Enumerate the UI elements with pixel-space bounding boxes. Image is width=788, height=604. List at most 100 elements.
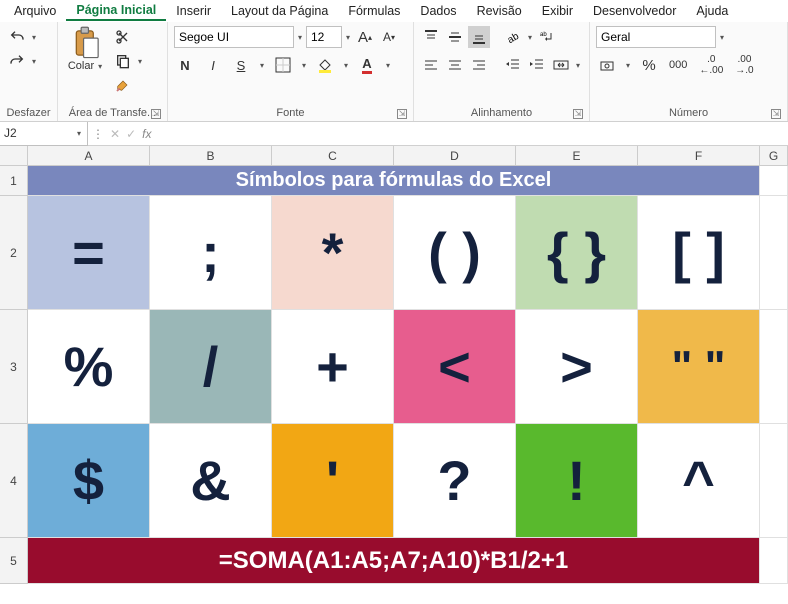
bold-button[interactable]: N bbox=[174, 54, 196, 76]
font-name-select[interactable] bbox=[174, 26, 294, 48]
underline-button[interactable]: S bbox=[230, 54, 252, 76]
name-box-dropdown-icon[interactable]: ▾ bbox=[75, 129, 83, 138]
borders-dropdown-icon[interactable]: ▾ bbox=[300, 61, 308, 70]
orientation-dropdown-icon[interactable]: ▾ bbox=[526, 33, 534, 42]
cell-g2[interactable] bbox=[760, 196, 788, 310]
paste-button[interactable]: Colar▾ bbox=[64, 26, 108, 72]
menu-item-layout[interactable]: Layout da Página bbox=[221, 2, 338, 20]
cell-b2[interactable]: ; bbox=[150, 196, 272, 310]
number-format-dropdown-icon[interactable]: ▾ bbox=[718, 33, 726, 42]
wrap-text-button[interactable]: ab bbox=[536, 26, 558, 48]
formula-input[interactable] bbox=[155, 123, 788, 145]
align-launcher-icon[interactable]: ⇲ bbox=[573, 109, 583, 119]
cell-c3[interactable]: + bbox=[272, 310, 394, 424]
menu-item-arquivo[interactable]: Arquivo bbox=[4, 2, 66, 20]
merge-button[interactable] bbox=[550, 54, 572, 76]
decrease-decimal-button[interactable]: .00→.0 bbox=[732, 54, 756, 76]
font-name-dropdown-icon[interactable]: ▾ bbox=[296, 33, 304, 42]
cell-e4[interactable]: ! bbox=[516, 424, 638, 538]
format-painter-button[interactable] bbox=[112, 74, 134, 96]
undo-button[interactable] bbox=[6, 26, 28, 48]
row-header-2[interactable]: 2 bbox=[0, 196, 28, 310]
font-color-dropdown-icon[interactable]: ▾ bbox=[384, 61, 392, 70]
increase-indent-button[interactable] bbox=[526, 54, 548, 76]
copy-button[interactable] bbox=[112, 50, 134, 72]
borders-button[interactable] bbox=[272, 54, 294, 76]
number-launcher-icon[interactable]: ⇲ bbox=[771, 109, 781, 119]
row-header-4[interactable]: 4 bbox=[0, 424, 28, 538]
cell-c4[interactable]: ' bbox=[272, 424, 394, 538]
menu-item-desenvolvedor[interactable]: Desenvolvedor bbox=[583, 2, 686, 20]
underline-dropdown-icon[interactable]: ▾ bbox=[258, 61, 266, 70]
name-box[interactable]: J2 ▾ bbox=[0, 122, 88, 146]
number-format-select[interactable] bbox=[596, 26, 716, 48]
row-header-1[interactable]: 1 bbox=[0, 166, 28, 196]
cell-b3[interactable]: / bbox=[150, 310, 272, 424]
decrease-indent-button[interactable] bbox=[502, 54, 524, 76]
accept-formula-icon[interactable]: ✓ bbox=[126, 127, 136, 141]
align-middle-button[interactable] bbox=[444, 26, 466, 48]
menu-item-dados[interactable]: Dados bbox=[410, 2, 466, 20]
menu-item-exibir[interactable]: Exibir bbox=[532, 2, 583, 20]
cell-a2[interactable]: = bbox=[28, 196, 150, 310]
cell-g1[interactable] bbox=[760, 166, 788, 196]
fill-dropdown-icon[interactable]: ▾ bbox=[342, 61, 350, 70]
cell-d4[interactable]: ? bbox=[394, 424, 516, 538]
align-right-button[interactable] bbox=[468, 54, 490, 76]
cell-g3[interactable] bbox=[760, 310, 788, 424]
cell-e2[interactable]: { } bbox=[516, 196, 638, 310]
align-top-button[interactable] bbox=[420, 26, 442, 48]
menu-item-inserir[interactable]: Inserir bbox=[166, 2, 221, 20]
col-header-b[interactable]: B bbox=[150, 146, 272, 166]
col-header-c[interactable]: C bbox=[272, 146, 394, 166]
select-all-corner[interactable] bbox=[0, 146, 28, 166]
cut-button[interactable] bbox=[112, 26, 134, 48]
currency-button[interactable] bbox=[596, 54, 618, 76]
menu-item-revisao[interactable]: Revisão bbox=[467, 2, 532, 20]
orientation-button[interactable]: ab bbox=[502, 26, 524, 48]
col-header-e[interactable]: E bbox=[516, 146, 638, 166]
cell-d3[interactable]: < bbox=[394, 310, 516, 424]
cell-f4[interactable]: ^ bbox=[638, 424, 760, 538]
align-left-button[interactable] bbox=[420, 54, 442, 76]
cell-g4[interactable] bbox=[760, 424, 788, 538]
font-size-select[interactable] bbox=[306, 26, 342, 48]
cell-b4[interactable]: & bbox=[150, 424, 272, 538]
redo-dropdown-icon[interactable]: ▾ bbox=[30, 57, 38, 66]
copy-dropdown-icon[interactable]: ▾ bbox=[136, 57, 144, 66]
cell-e3[interactable]: > bbox=[516, 310, 638, 424]
col-header-g[interactable]: G bbox=[760, 146, 788, 166]
col-header-d[interactable]: D bbox=[394, 146, 516, 166]
paste-dropdown-icon[interactable]: ▾ bbox=[96, 62, 104, 71]
cell-f3[interactable]: " " bbox=[638, 310, 760, 424]
currency-dropdown-icon[interactable]: ▾ bbox=[624, 61, 632, 70]
merge-dropdown-icon[interactable]: ▾ bbox=[574, 61, 582, 70]
menu-item-formulas[interactable]: Fórmulas bbox=[338, 2, 410, 20]
row-header-5[interactable]: 5 bbox=[0, 538, 28, 584]
align-bottom-button[interactable] bbox=[468, 26, 490, 48]
menu-item-ajuda[interactable]: Ajuda bbox=[686, 2, 738, 20]
undo-dropdown-icon[interactable]: ▾ bbox=[30, 33, 38, 42]
decrease-font-button[interactable]: A▾ bbox=[378, 26, 400, 48]
col-header-f[interactable]: F bbox=[638, 146, 760, 166]
percent-button[interactable]: % bbox=[638, 54, 660, 76]
align-center-button[interactable] bbox=[444, 54, 466, 76]
cell-c2[interactable]: * bbox=[272, 196, 394, 310]
comma-button[interactable]: 000 bbox=[666, 54, 690, 76]
cell-a4[interactable]: $ bbox=[28, 424, 150, 538]
col-header-a[interactable]: A bbox=[28, 146, 150, 166]
fx-icon[interactable]: fx bbox=[142, 127, 151, 141]
cancel-formula-icon[interactable]: ✕ bbox=[110, 127, 120, 141]
cell-title[interactable]: Símbolos para fórmulas do Excel bbox=[28, 166, 760, 196]
increase-decimal-button[interactable]: .0←.00 bbox=[696, 54, 726, 76]
clipboard-launcher-icon[interactable]: ⇲ bbox=[151, 109, 161, 119]
font-size-dropdown-icon[interactable]: ▾ bbox=[344, 33, 352, 42]
cell-d2[interactable]: ( ) bbox=[394, 196, 516, 310]
cell-g5[interactable] bbox=[760, 538, 788, 584]
menu-item-pagina-inicial[interactable]: Página Inicial bbox=[66, 1, 166, 21]
font-launcher-icon[interactable]: ⇲ bbox=[397, 109, 407, 119]
italic-button[interactable]: I bbox=[202, 54, 224, 76]
row-header-3[interactable]: 3 bbox=[0, 310, 28, 424]
cell-formula-example[interactable]: =SOMA(A1:A5;A7;A10)*B1/2+1 bbox=[28, 538, 760, 584]
increase-font-button[interactable]: A▴ bbox=[354, 26, 376, 48]
